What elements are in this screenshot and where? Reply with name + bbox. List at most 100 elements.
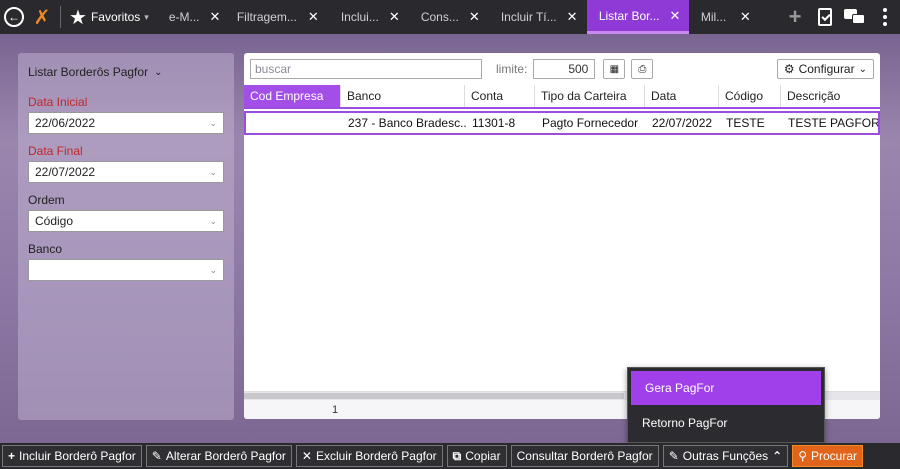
edit-icon: ✎ bbox=[668, 449, 679, 463]
tab-inclui[interactable]: Inclui... ✕ bbox=[329, 0, 409, 34]
chevron-down-icon: ⌄ bbox=[209, 166, 217, 177]
close-icon[interactable]: ✕ bbox=[210, 9, 221, 25]
configure-button[interactable]: ⚙ Configurar ⌄ bbox=[776, 59, 874, 79]
excel-icon: ▦ bbox=[609, 63, 620, 75]
app-logo[interactable]: ✗ bbox=[28, 0, 56, 34]
edit-icon: ✎ bbox=[151, 449, 162, 463]
page-number[interactable]: 1 bbox=[332, 404, 338, 416]
excluir-bordero-button[interactable]: ✕ Excluir Borderô Pagfor bbox=[295, 445, 443, 467]
configure-label: Configurar bbox=[798, 62, 855, 76]
filter-panel: Listar Borderôs Pagfor ⌄ Data Inicial 22… bbox=[18, 53, 234, 420]
new-tab-button[interactable]: + bbox=[780, 0, 810, 34]
column-header-conta[interactable]: Conta bbox=[464, 85, 534, 107]
column-header-descricao[interactable]: Descrição bbox=[780, 85, 880, 107]
print-button[interactable]: ⎙ bbox=[631, 59, 654, 79]
field-value: 22/06/2022 bbox=[35, 116, 96, 130]
alterar-bordero-button[interactable]: ✎ Alterar Borderô Pagfor bbox=[145, 445, 292, 467]
close-icon[interactable]: ✕ bbox=[308, 9, 319, 25]
star-icon: ★ bbox=[69, 6, 87, 29]
panel-title[interactable]: Listar Borderôs Pagfor ⌄ bbox=[28, 65, 224, 79]
tab-mil[interactable]: Mil... ✕ bbox=[689, 0, 761, 34]
printer-icon: ⎙ bbox=[638, 63, 647, 75]
chevron-down-icon: ⌄ bbox=[209, 215, 217, 226]
gear-icon: ⚙ bbox=[783, 62, 795, 76]
cell-banco: 237 - Banco Bradesc... bbox=[348, 116, 466, 130]
incluir-bordero-button[interactable]: + Incluir Borderô Pagfor bbox=[2, 445, 142, 467]
tab-label: Filtragem... bbox=[236, 10, 297, 24]
copiar-button[interactable]: ⧉ Copiar bbox=[446, 445, 507, 467]
menu-item-gera-pagfor[interactable]: Gera PagFor bbox=[631, 371, 821, 405]
chevron-down-icon: ⌄ bbox=[209, 117, 217, 128]
tab-filtragem[interactable]: Filtragem... ✕ bbox=[225, 0, 329, 34]
tab-incluir-ti[interactable]: Incluir Tí... ✕ bbox=[489, 0, 587, 34]
close-icon[interactable]: ✕ bbox=[469, 9, 480, 25]
data-inicial-label: Data Inicial bbox=[28, 95, 88, 109]
copy-icon: ⧉ bbox=[452, 448, 462, 463]
back-arrow-icon: ← bbox=[4, 7, 24, 27]
top-tab-bar: ← ✗ ★ Favoritos ▾ e-M... ✕ Filtragem... … bbox=[0, 0, 900, 34]
outras-funcoes-button[interactable]: ✎ Outras Funções ⌃ bbox=[662, 445, 789, 467]
close-icon[interactable]: ✕ bbox=[740, 9, 751, 25]
button-label: Incluir Borderô Pagfor bbox=[19, 449, 136, 463]
panel-title-label: Listar Borderôs Pagfor bbox=[28, 65, 149, 79]
menu-item-retorno-pagfor[interactable]: Retorno PagFor bbox=[628, 405, 824, 441]
limit-input[interactable] bbox=[533, 59, 596, 79]
column-header-banco[interactable]: Banco bbox=[340, 85, 464, 107]
tab-label: e-M... bbox=[168, 10, 200, 24]
search-input[interactable] bbox=[250, 59, 482, 79]
chat-bubbles-icon bbox=[844, 9, 866, 25]
chevron-down-icon: ▾ bbox=[144, 11, 149, 22]
chevron-down-icon: ⌄ bbox=[154, 66, 163, 78]
ordem-select[interactable]: Código ⌄ bbox=[28, 210, 224, 232]
column-header-cod-empresa[interactable]: Cod Empresa bbox=[244, 85, 340, 107]
tab-listar-bor[interactable]: Listar Bor... ✕ bbox=[586, 0, 689, 34]
bottom-action-bar: + Incluir Borderô Pagfor ✎ Alterar Borde… bbox=[0, 443, 900, 469]
favorites-label: Favoritos bbox=[90, 10, 141, 24]
column-header-tipo-carteira[interactable]: Tipo da Carteira bbox=[534, 85, 644, 107]
table-row[interactable]: 237 - Banco Bradesc... 11301-8 Pagto For… bbox=[244, 111, 880, 135]
cell-conta: 11301-8 bbox=[472, 116, 516, 130]
limit-label: limite: bbox=[496, 62, 528, 76]
export-excel-button[interactable]: ▦ bbox=[603, 59, 626, 79]
button-label: Excluir Borderô Pagfor bbox=[315, 449, 437, 463]
ordem-label: Ordem bbox=[28, 193, 65, 207]
grid-header-row: Cod Empresa Banco Conta Tipo da Carteira… bbox=[244, 85, 880, 109]
divider bbox=[60, 6, 61, 28]
tab-label: Mil... bbox=[700, 10, 727, 24]
tab-label: Incluir Tí... bbox=[500, 10, 557, 24]
chat-button[interactable] bbox=[840, 0, 870, 34]
column-header-data[interactable]: Data bbox=[644, 85, 718, 107]
chevron-down-icon: ⌄ bbox=[858, 63, 867, 75]
button-label: Copiar bbox=[465, 449, 501, 463]
procurar-button[interactable]: ⚲ Procurar bbox=[792, 445, 863, 467]
banco-label: Banco bbox=[28, 242, 63, 256]
data-final-label: Data Final bbox=[28, 144, 83, 158]
kebab-icon bbox=[883, 8, 887, 26]
tab-e-m[interactable]: e-M... ✕ bbox=[157, 0, 225, 34]
results-grid-panel: limite: ▦ ⎙ ⚙ Configurar ⌄ Cod Empresa B… bbox=[244, 53, 880, 419]
close-icon[interactable]: ✕ bbox=[670, 8, 681, 24]
cell-descricao: TESTE PAGFOR bbox=[788, 116, 878, 130]
search-icon: ⚲ bbox=[798, 449, 807, 463]
back-button[interactable]: ← bbox=[0, 0, 28, 34]
data-inicial-field[interactable]: 22/06/2022 ⌄ bbox=[28, 112, 224, 134]
scrollbar-thumb[interactable] bbox=[244, 393, 624, 399]
close-icon[interactable]: ✕ bbox=[389, 9, 400, 25]
favorites-menu[interactable]: ★ Favoritos ▾ bbox=[65, 0, 157, 34]
close-icon[interactable]: ✕ bbox=[567, 9, 578, 25]
chevron-down-icon: ⌄ bbox=[209, 264, 217, 275]
data-final-field[interactable]: 22/07/2022 ⌄ bbox=[28, 161, 224, 183]
plus-icon: + bbox=[8, 449, 16, 463]
button-label: Outras Funções bbox=[682, 449, 769, 463]
cell-data: 22/07/2022 bbox=[652, 116, 713, 130]
cell-codigo: TESTE bbox=[726, 116, 765, 130]
plus-icon: + bbox=[788, 4, 802, 29]
consultar-bordero-button[interactable]: Consultar Borderô Pagfor bbox=[510, 445, 659, 467]
tab-label: Listar Bor... bbox=[598, 8, 660, 23]
button-label: Consultar Borderô Pagfor bbox=[516, 449, 653, 463]
tasks-button[interactable] bbox=[810, 0, 840, 34]
column-header-codigo[interactable]: Código bbox=[718, 85, 780, 107]
banco-select[interactable]: ⌄ bbox=[28, 259, 224, 281]
tab-cons[interactable]: Cons... ✕ bbox=[409, 0, 489, 34]
more-menu-button[interactable] bbox=[870, 0, 900, 34]
